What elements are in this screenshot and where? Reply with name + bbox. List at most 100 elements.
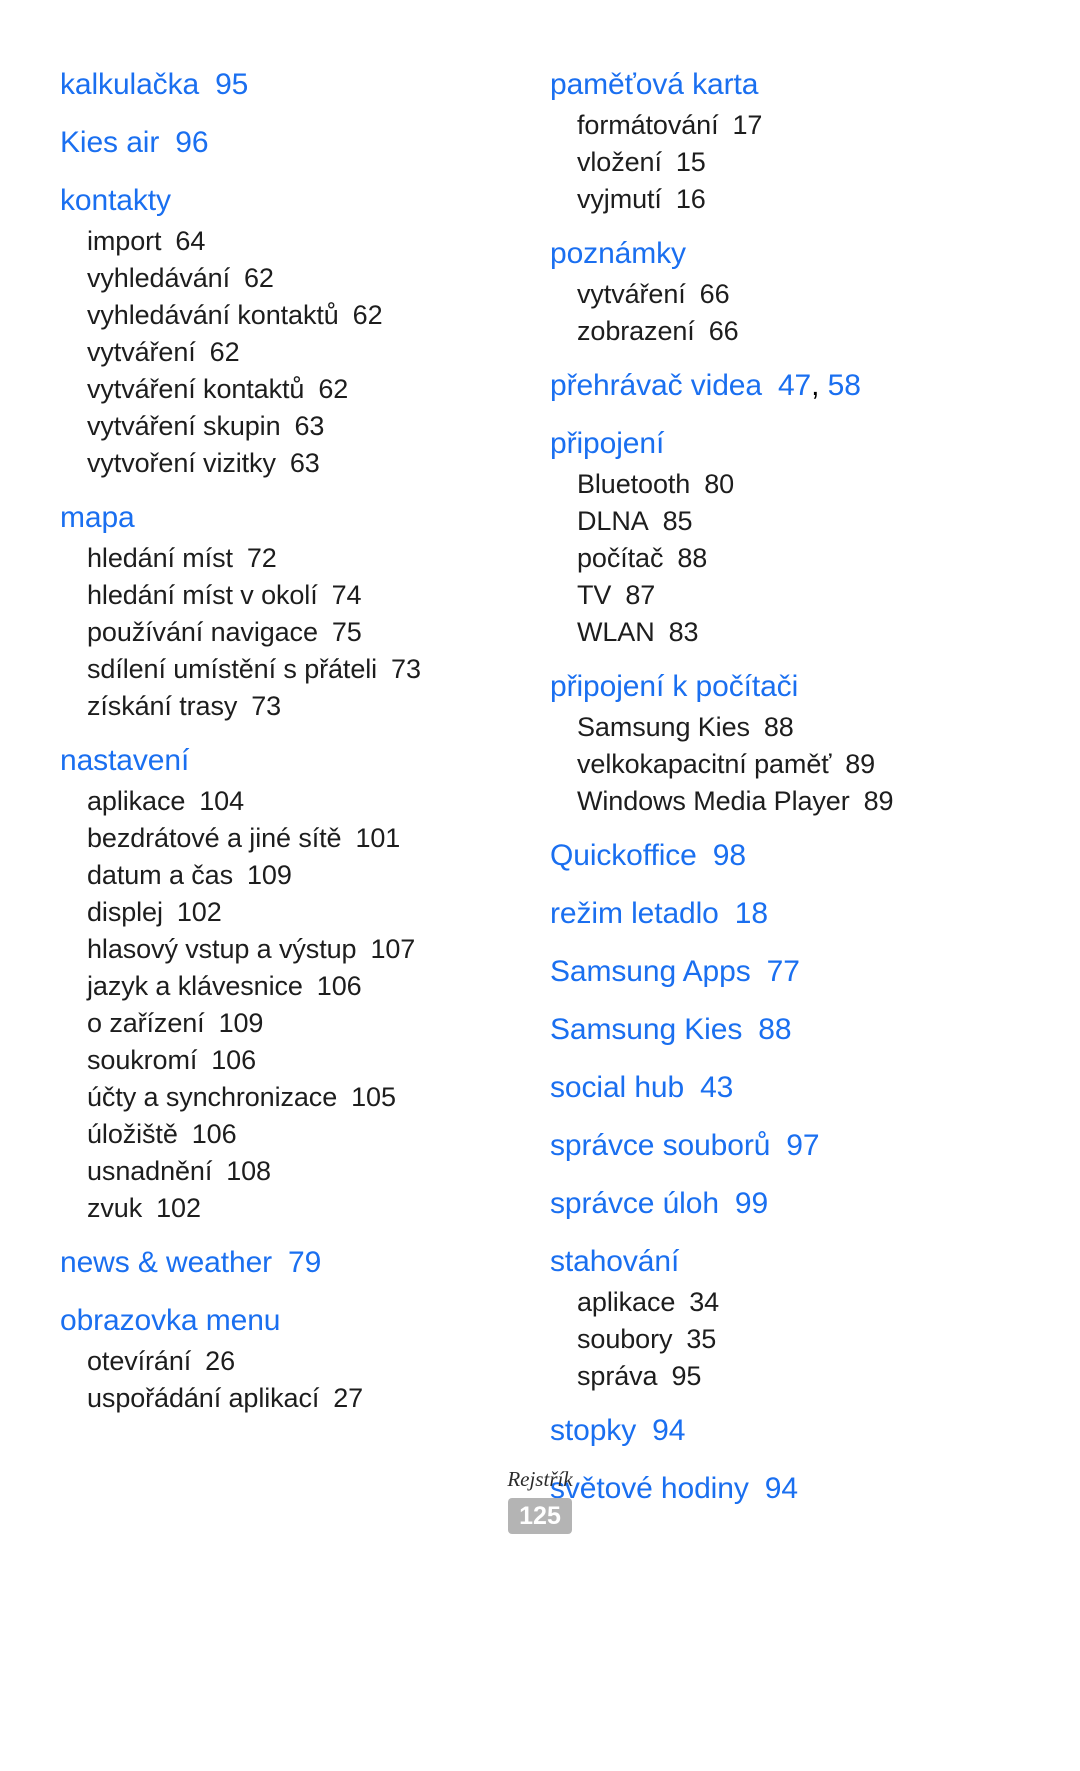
index-subentry[interactable]: vyjmutí 16	[550, 181, 1018, 218]
index-heading-label: poznámky	[550, 237, 686, 270]
index-subentry[interactable]: hledání míst v okolí 74	[60, 577, 528, 614]
index-group: Kies air 96	[60, 120, 528, 165]
index-subentry[interactable]: bezdrátové a jiné sítě 101	[60, 820, 528, 857]
index-subentry[interactable]: displej 102	[60, 894, 528, 931]
index-subentry-page-number: 104	[199, 786, 245, 816]
index-subentry[interactable]: hlasový vstup a výstup 107	[60, 931, 528, 968]
index-subentry[interactable]: soubory 35	[550, 1321, 1018, 1358]
index-heading[interactable]: přehrávač videa 47, 58	[550, 363, 1018, 408]
index-heading-label: Kies air	[60, 126, 160, 159]
index-subentry[interactable]: Bluetooth 80	[550, 466, 1018, 503]
index-subentry[interactable]: WLAN 83	[550, 614, 1018, 651]
index-heading[interactable]: správce souborů 97	[550, 1123, 1018, 1168]
index-group: social hub 43	[550, 1065, 1018, 1110]
index-subentry-page-number: 85	[662, 506, 693, 536]
index-subentry-label: získání trasy	[87, 691, 238, 721]
index-subentry[interactable]: usnadnění 108	[60, 1153, 528, 1190]
index-subentry[interactable]: sdílení umístění s přáteli 73	[60, 651, 528, 688]
index-heading[interactable]: správce úloh 99	[550, 1181, 1018, 1226]
index-heading[interactable]: mapa	[60, 495, 528, 540]
index-subentry[interactable]: formátování 17	[550, 107, 1018, 144]
index-heading[interactable]: stopky 94	[550, 1408, 1018, 1453]
index-subentry[interactable]: soukromí 106	[60, 1042, 528, 1079]
index-subentry-page-number: 89	[845, 749, 876, 779]
index-subentry-label: bezdrátové a jiné sítě	[87, 823, 342, 853]
index-subentry[interactable]: DLNA 85	[550, 503, 1018, 540]
index-subentry-label: Bluetooth	[577, 469, 691, 499]
index-subentry[interactable]: používání navigace 75	[60, 614, 528, 651]
index-subentry[interactable]: Windows Media Player 89	[550, 783, 1018, 820]
index-subentry[interactable]: vytváření 66	[550, 276, 1018, 313]
index-subentry[interactable]: TV 87	[550, 577, 1018, 614]
index-heading[interactable]: news & weather 79	[60, 1240, 528, 1285]
index-group: nastavení aplikace 104 bezdrátové a jiné sí…	[60, 738, 528, 1227]
index-subentry[interactable]: počítač 88	[550, 540, 1018, 577]
index-subentry[interactable]: vyhledávání kontaktů 62	[60, 297, 528, 334]
index-subentry[interactable]: aplikace 104	[60, 783, 528, 820]
index-subentry-page-number: 87	[625, 580, 656, 610]
index-subentry[interactable]: vytváření skupin 63	[60, 408, 528, 445]
index-subentry[interactable]: Samsung Kies 88	[550, 709, 1018, 746]
index-heading[interactable]: připojení k počítači	[550, 664, 1018, 709]
index-subentry-page-number: 107	[370, 934, 416, 964]
index-heading[interactable]: kontakty	[60, 178, 528, 223]
index-subentry[interactable]: vytváření 62	[60, 334, 528, 371]
index-subentry[interactable]: o zařízení 109	[60, 1005, 528, 1042]
index-subentry[interactable]: vložení 15	[550, 144, 1018, 181]
index-subentry[interactable]: zobrazení 66	[550, 313, 1018, 350]
index-subentry-label: soukromí	[87, 1045, 198, 1075]
index-heading-page-number: 79	[288, 1246, 322, 1279]
index-heading-page-number: 96	[175, 126, 209, 159]
index-group: připojení k počítači Samsung Kies 88 velkok…	[550, 664, 1018, 820]
index-subentry[interactable]: jazyk a klávesnice 106	[60, 968, 528, 1005]
index-subentry[interactable]: datum a čas 109	[60, 857, 528, 894]
index-heading[interactable]: režim letadlo 18	[550, 891, 1018, 936]
index-subentry-page-number: 27	[333, 1383, 364, 1413]
index-subentry[interactable]: úložiště 106	[60, 1116, 528, 1153]
index-subentry-label: počítač	[577, 543, 664, 573]
index-subentry-page-number: 34	[689, 1287, 720, 1317]
index-subentry[interactable]: vyhledávání 62	[60, 260, 528, 297]
index-heading[interactable]: připojení	[550, 421, 1018, 466]
index-subentry[interactable]: správa 95	[550, 1358, 1018, 1395]
index-subentry-label: TV	[577, 580, 612, 610]
index-heading[interactable]: paměťová karta	[550, 62, 1018, 107]
index-subentry[interactable]: import 64	[60, 223, 528, 260]
index-heading[interactable]: social hub 43	[550, 1065, 1018, 1110]
index-heading[interactable]: Kies air 96	[60, 120, 528, 165]
index-subentry-label: o zařízení	[87, 1008, 205, 1038]
index-heading[interactable]: Quickoffice 98	[550, 833, 1018, 878]
index-subentry-page-number: 66	[708, 316, 739, 346]
index-subentry-label: import	[87, 226, 162, 256]
index-heading[interactable]: Samsung Apps 77	[550, 949, 1018, 994]
index-subentry[interactable]: hledání míst 72	[60, 540, 528, 577]
index-columns: kalkulačka 95 Kies air 96 kontakty import 64 vy…	[60, 62, 1020, 1524]
index-subentry-page-number: 64	[175, 226, 206, 256]
index-subentry-page-number: 35	[686, 1324, 717, 1354]
index-heading-page-number: 18	[734, 897, 768, 930]
index-subentry-label: vyhledávání	[87, 263, 230, 293]
index-subentry[interactable]: velkokapacitní paměť 89	[550, 746, 1018, 783]
index-subentry-page-number: 80	[704, 469, 735, 499]
index-heading[interactable]: poznámky	[550, 231, 1018, 276]
index-subentry[interactable]: zvuk 102	[60, 1190, 528, 1227]
index-subentry[interactable]: vytvoření vizitky 63	[60, 445, 528, 482]
index-subentry[interactable]: vytváření kontaktů 62	[60, 371, 528, 408]
index-subentry[interactable]: účty a synchronizace 105	[60, 1079, 528, 1116]
index-heading[interactable]: nastavení	[60, 738, 528, 783]
index-heading[interactable]: obrazovka menu	[60, 1298, 528, 1343]
index-subentry-label: vložení	[577, 147, 662, 177]
index-heading[interactable]: Samsung Kies 88	[550, 1007, 1018, 1052]
index-heading[interactable]: stahování	[550, 1239, 1018, 1284]
index-subentry[interactable]: aplikace 34	[550, 1284, 1018, 1321]
index-subentry-page-number: 83	[668, 617, 699, 647]
index-subentry[interactable]: uspořádání aplikací 27	[60, 1380, 528, 1417]
index-heading-label: kontakty	[60, 184, 171, 217]
index-subentry[interactable]: otevírání 26	[60, 1343, 528, 1380]
index-heading[interactable]: kalkulačka 95	[60, 62, 528, 107]
index-subentry-page-number: 105	[351, 1082, 396, 1112]
index-group: režim letadlo 18	[550, 891, 1018, 936]
index-subentry[interactable]: získání trasy 73	[60, 688, 528, 725]
index-heading-page-number: 95	[215, 68, 249, 101]
index-heading-label: news & weather	[60, 1246, 273, 1279]
